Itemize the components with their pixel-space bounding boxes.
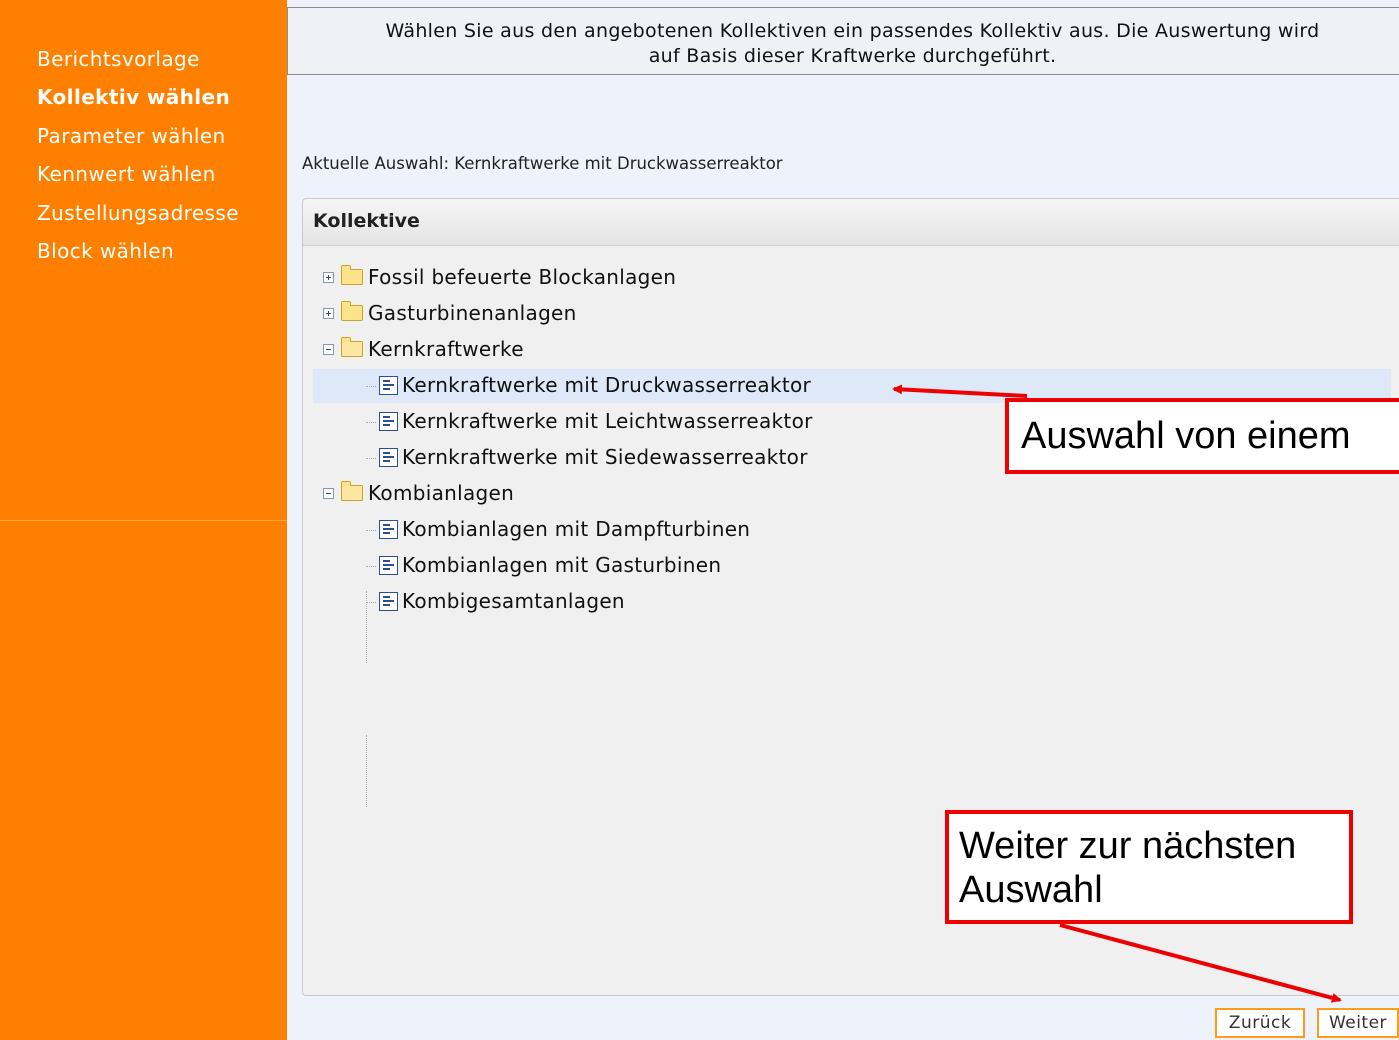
- tree-leaf-label: Kernkraftwerke mit Leichtwasserreaktor: [402, 409, 813, 433]
- tree-node-label: Kernkraftwerke: [368, 337, 524, 361]
- tree-leaf-label: Kernkraftwerke mit Druckwasserreaktor: [402, 373, 812, 397]
- tree-connector: [366, 386, 376, 387]
- tree-node-label: Kombianlagen: [368, 481, 515, 505]
- tree-leaf-dampfturbinen[interactable]: Kombianlagen mit Dampfturbinen: [313, 513, 1391, 547]
- tree-connector: [366, 602, 376, 603]
- tree-connector: [366, 422, 376, 423]
- tree-leaf-gasturbinen[interactable]: Kombianlagen mit Gasturbinen: [313, 549, 1391, 583]
- tree-leaf-label: Kombigesamtanlagen: [402, 589, 625, 613]
- tree-connector: [366, 566, 376, 567]
- annotation-text: Auswahl von einem: [1021, 415, 1351, 457]
- annotation-callout-selection: Auswahl von einem: [1005, 398, 1399, 474]
- collapse-minus-icon[interactable]: [323, 488, 334, 499]
- expand-plus-icon[interactable]: [323, 308, 334, 319]
- folder-icon: [341, 265, 363, 285]
- tree-connector: [366, 735, 367, 807]
- panel-header: Kollektive: [303, 199, 1399, 246]
- sidebar-item-zustellungsadresse[interactable]: Zustellungsadresse: [37, 198, 239, 236]
- collapse-minus-icon[interactable]: [323, 344, 334, 355]
- tree-connector: [366, 530, 376, 531]
- instruction-line-1: Wählen Sie aus den angebotenen Kollektiv…: [385, 20, 1320, 42]
- instruction-box: Wählen Sie aus den angebotenen Kollektiv…: [287, 7, 1399, 75]
- document-list-icon: [379, 448, 398, 467]
- tree-node-fossil[interactable]: Fossil befeuerte Blockanlagen: [313, 261, 1393, 295]
- sidebar-nav: Berichtsvorlage Kollektiv wählen Paramet…: [37, 44, 239, 274]
- sidebar-item-parameter[interactable]: Parameter wählen: [37, 121, 239, 159]
- tree-node-kernkraftwerke[interactable]: Kernkraftwerke: [313, 333, 1393, 367]
- tree-node-label: Gasturbinenanlagen: [368, 301, 577, 325]
- tree-leaf-kombigesamt[interactable]: Kombigesamtanlagen: [313, 585, 1391, 619]
- expand-plus-icon[interactable]: [323, 272, 334, 283]
- tree-node-kombianlagen[interactable]: Kombianlagen: [313, 477, 1393, 511]
- folder-icon: [341, 301, 363, 321]
- tree-leaf-label: Kombianlagen mit Dampfturbinen: [402, 517, 751, 541]
- tree-connector: [366, 458, 376, 459]
- document-list-icon: [379, 592, 398, 611]
- sidebar-item-block[interactable]: Block wählen: [37, 236, 239, 274]
- folder-open-icon: [341, 481, 363, 501]
- annotation-text: Auswahl: [959, 869, 1103, 911]
- current-selection: Aktuelle Auswahl: Kernkraftwerke mit Dru…: [302, 154, 783, 173]
- document-list-icon: [379, 556, 398, 575]
- tree-node-label: Fossil befeuerte Blockanlagen: [368, 265, 677, 289]
- sidebar-divider: [0, 520, 287, 521]
- panel-title: Kollektive: [313, 210, 420, 232]
- sidebar-item-kennwert[interactable]: Kennwert wählen: [37, 159, 239, 197]
- instruction-line-2: auf Basis dieser Kraftwerke durchgeführt…: [648, 45, 1057, 67]
- annotation-text: Weiter zur nächsten: [959, 825, 1297, 867]
- sidebar: Berichtsvorlage Kollektiv wählen Paramet…: [0, 0, 287, 1040]
- tree-leaf-label: Kernkraftwerke mit Siedewasserreaktor: [402, 445, 808, 469]
- document-list-icon: [379, 520, 398, 539]
- document-list-icon: [379, 376, 398, 395]
- sidebar-item-berichtsvorlage[interactable]: Berichtsvorlage: [37, 44, 239, 82]
- folder-open-icon: [341, 337, 363, 357]
- annotation-callout-next: Weiter zur nächsten Auswahl: [945, 810, 1353, 924]
- tree-node-gasturbinen[interactable]: Gasturbinenanlagen: [313, 297, 1393, 331]
- back-button[interactable]: Zurück: [1215, 1008, 1305, 1038]
- sidebar-item-kollektiv[interactable]: Kollektiv wählen: [37, 82, 239, 120]
- document-list-icon: [379, 412, 398, 431]
- tree-leaf-label: Kombianlagen mit Gasturbinen: [402, 553, 722, 577]
- next-button[interactable]: Weiter: [1317, 1008, 1399, 1038]
